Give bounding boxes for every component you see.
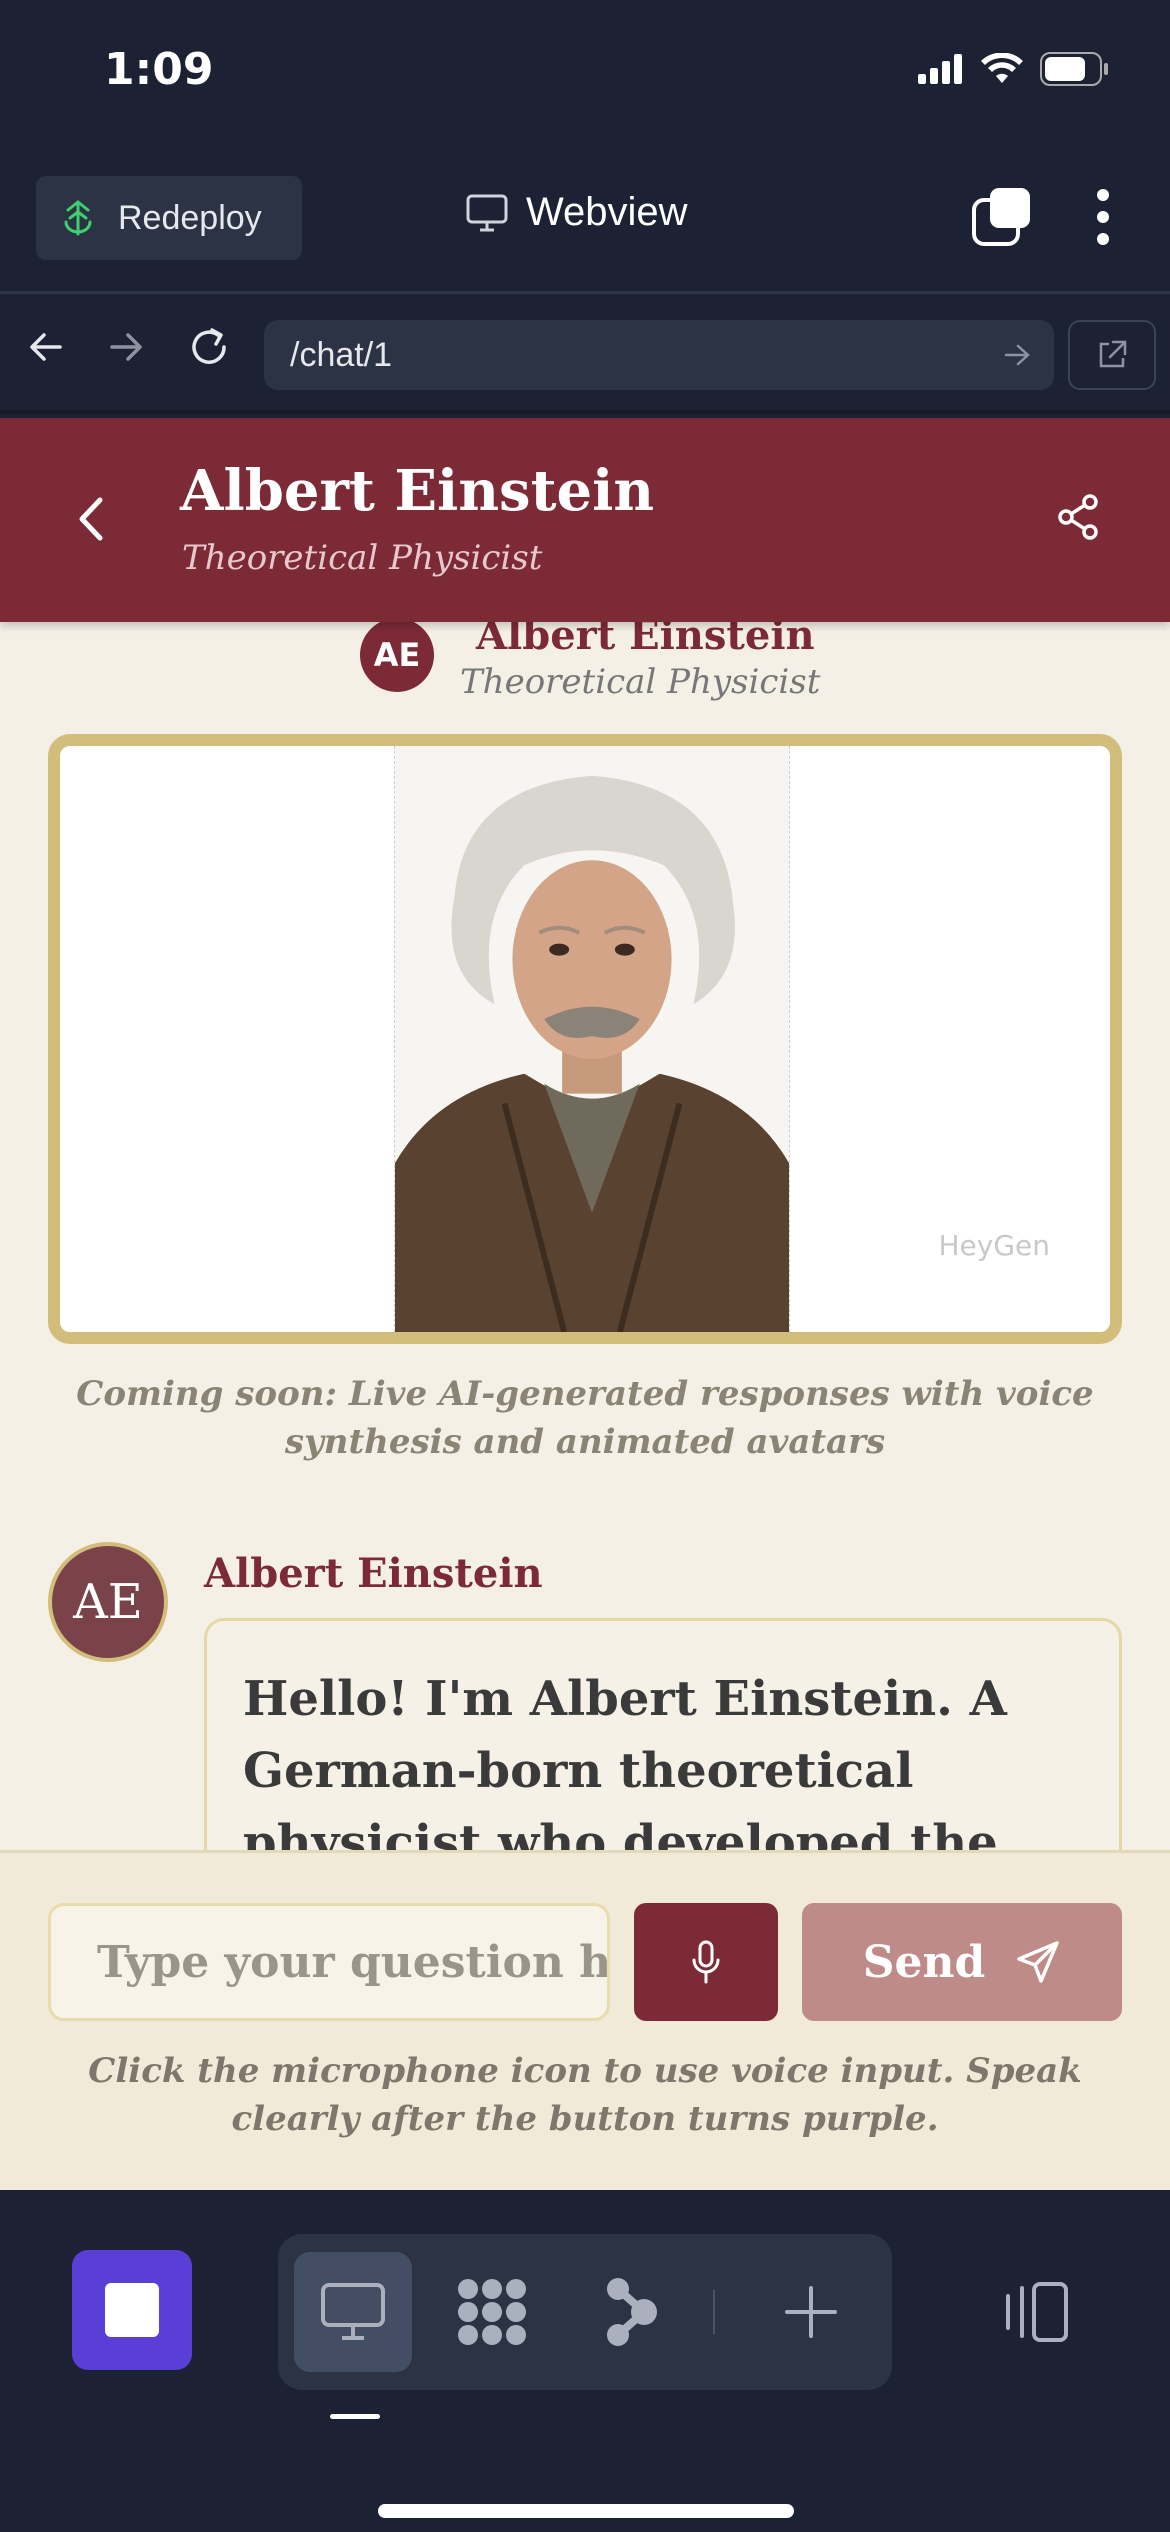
monitor-icon [466, 194, 508, 231]
external-link-icon [1099, 340, 1127, 368]
forward-arrow-icon[interactable] [106, 327, 146, 367]
message-bubble: Hello! I'm Albert Einstein. A German-bor… [204, 1618, 1122, 1852]
open-external-button[interactable] [1068, 320, 1156, 390]
mic-icon [692, 1940, 720, 1984]
stop-button[interactable] [72, 2250, 192, 2370]
webview-title: Webview [466, 190, 688, 235]
redeploy-button[interactable]: Redeploy [36, 176, 302, 260]
status-icons [918, 52, 1110, 86]
coming-soon-note: Coming soon: Live AI-generated responses… [76, 1374, 1094, 1462]
status-time: 1:09 [104, 44, 214, 95]
url-bar: /chat/1 [0, 294, 1170, 414]
monitor-icon [320, 2283, 385, 2340]
send-icon [1017, 1941, 1060, 1983]
url-input[interactable]: /chat/1 [264, 320, 1054, 390]
chat-header: Albert Einstein Theoretical Physicist [0, 418, 1170, 622]
tool-tabs [278, 2234, 892, 2390]
mic-button[interactable] [634, 1903, 778, 2021]
chat-app: Albert Einstein Theoretical Physicist AE… [0, 418, 1170, 2190]
profile-header: AE Albert Einstein Theoretical Physicist [360, 622, 840, 722]
question-input[interactable]: Type your question here... [48, 1903, 610, 2021]
einstein-portrait [394, 746, 790, 1332]
status-bar: 1:09 [0, 0, 1170, 150]
tab-grid[interactable] [434, 2252, 552, 2372]
webview-label: Webview [526, 190, 688, 234]
back-arrow-icon[interactable] [26, 327, 66, 367]
voice-hint: Click the microphone icon to use voice i… [88, 2051, 1082, 2139]
stop-icon [105, 2283, 159, 2337]
more-menu-icon[interactable] [1096, 187, 1110, 247]
reload-icon[interactable] [186, 324, 232, 370]
avatar-video[interactable]: HeyGen [48, 734, 1122, 1344]
tab-divider [712, 2290, 715, 2334]
nodes-icon [606, 2278, 657, 2346]
deploy-icon [64, 200, 92, 236]
plus-icon [785, 2286, 838, 2338]
share-icon[interactable] [1056, 494, 1100, 540]
redeploy-label: Redeploy [118, 198, 262, 237]
send-label: Send [862, 1936, 986, 1988]
send-button[interactable]: Send [802, 1903, 1122, 2021]
url-nav [26, 324, 232, 370]
tab-webview[interactable] [294, 2252, 412, 2372]
toolbar-actions [970, 186, 1110, 248]
tabs-icon[interactable] [970, 186, 1032, 248]
avatar: AE [360, 622, 434, 692]
signal-icon [918, 54, 962, 84]
home-indicator[interactable] [378, 2504, 794, 2518]
webview-toolbar: Redeploy Webview [0, 150, 1170, 294]
message-avatar: AE [48, 1542, 168, 1662]
page-subtitle: Theoretical Physicist [182, 538, 543, 578]
video-watermark: HeyGen [938, 1229, 1050, 1262]
chat-scroll-area[interactable]: AE Albert Einstein Theoretical Physicist… [0, 622, 1170, 1852]
go-arrow-icon[interactable] [1002, 340, 1032, 370]
tab-add[interactable] [753, 2252, 871, 2372]
profile-name: Albert Einstein [476, 622, 815, 659]
chevron-left-icon[interactable] [78, 496, 104, 542]
url-text: /chat/1 [290, 335, 393, 374]
message-author: Albert Einstein [204, 1550, 543, 1597]
wifi-icon [981, 53, 1023, 83]
page-title: Albert Einstein [180, 458, 655, 524]
grid-icon [458, 2279, 527, 2345]
bottom-toolbar [0, 2190, 1170, 2532]
active-tab-indicator [330, 2414, 380, 2419]
battery-icon [1040, 52, 1108, 86]
panel-icon[interactable] [1000, 2280, 1072, 2344]
composer: Type your question here... Send Click th… [0, 1850, 1170, 2190]
tab-nodes[interactable] [573, 2252, 691, 2372]
profile-role: Theoretical Physicist [460, 662, 821, 702]
